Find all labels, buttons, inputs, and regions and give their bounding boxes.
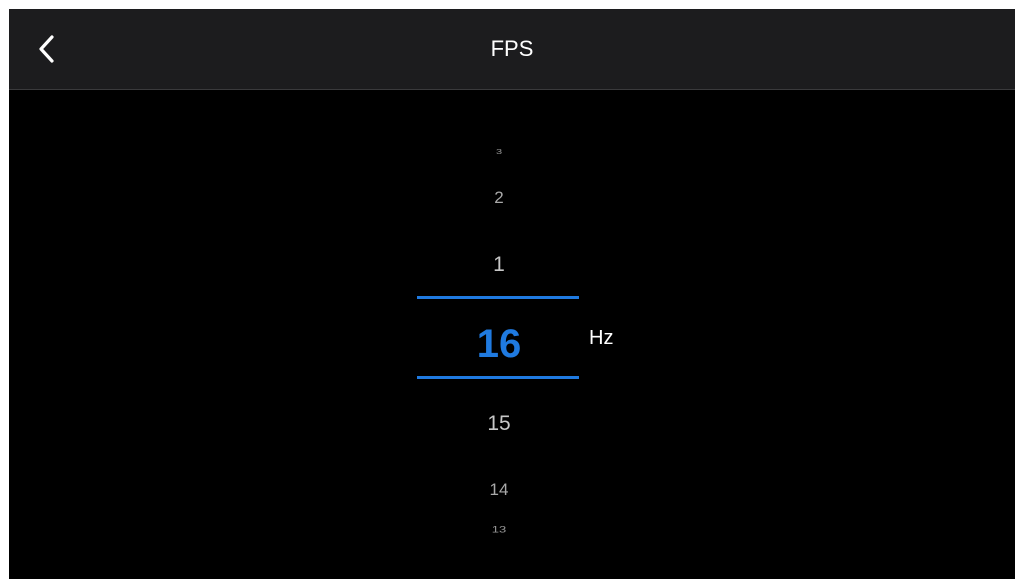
page-title: FPS [490,36,534,61]
back-button[interactable] [23,21,71,77]
selection-bottom-line [417,376,579,379]
picker-item[interactable]: 2 [417,188,581,208]
picker-item[interactable]: 3 [417,148,581,156]
picker-item[interactable]: 14 [417,480,581,500]
selection-top-line [417,296,579,299]
picker-item[interactable]: 15 [417,412,581,436]
fps-value-picker[interactable]: 3 2 1 16 15 14 13 [417,129,581,579]
header-bar: FPS [9,9,1015,90]
picker-item[interactable]: 1 [417,253,581,277]
unit-label: Hz [589,327,614,349]
fps-screen: FPS 3 2 1 16 15 14 13 Hz [9,9,1015,579]
picker-item[interactable]: 13 [417,524,581,535]
chevron-left-icon [39,35,54,63]
selected-value: 16 [476,322,522,366]
